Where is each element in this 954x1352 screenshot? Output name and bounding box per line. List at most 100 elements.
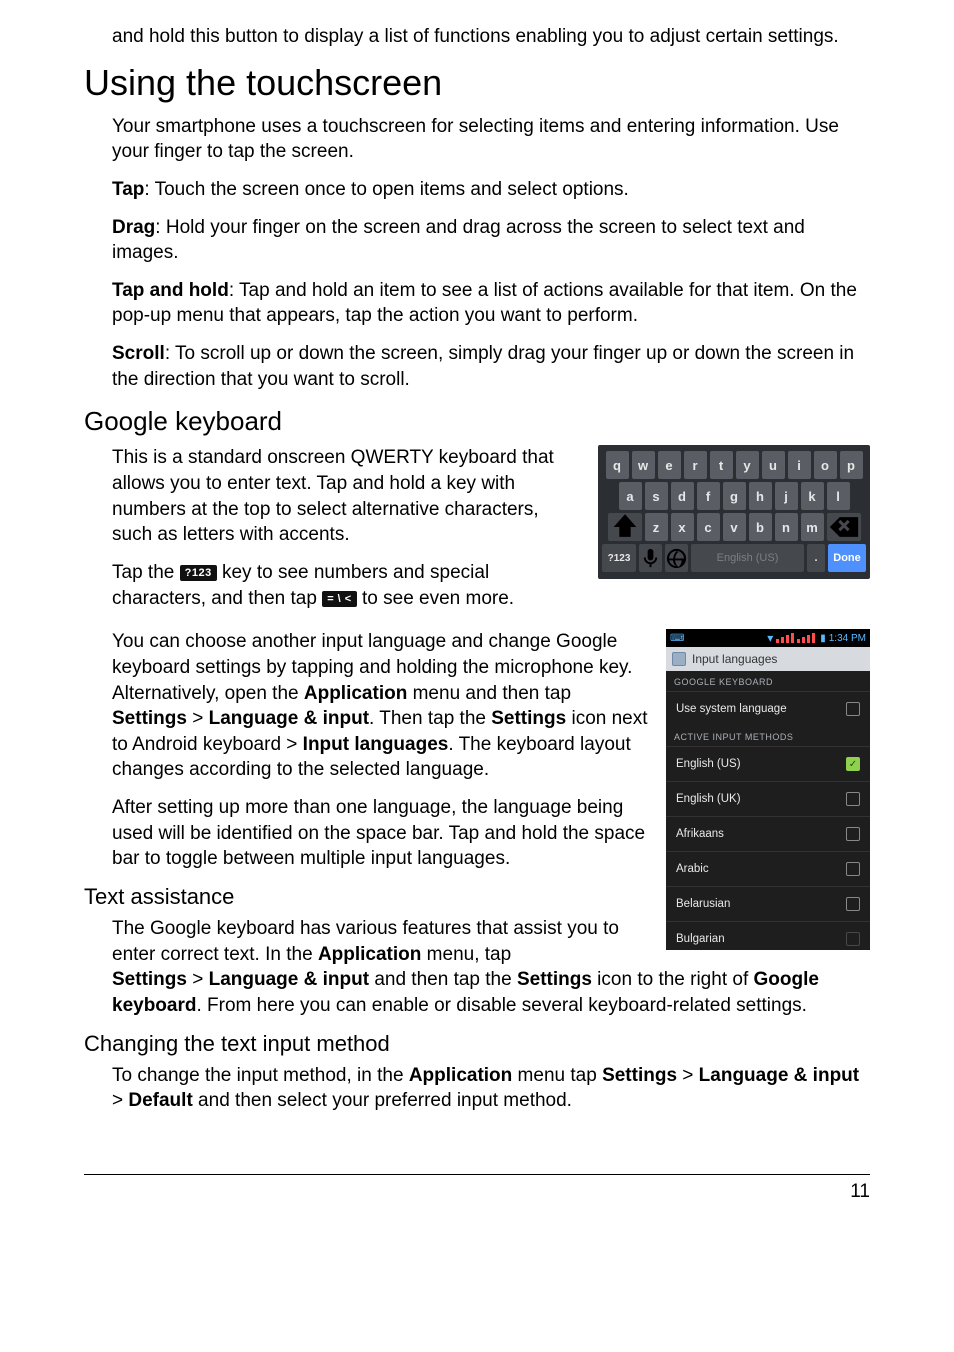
lang-item-label: English (US) — [676, 758, 741, 770]
key-q[interactable]: q — [606, 451, 629, 479]
tap-hold-para: Tap and hold: Tap and hold an item to se… — [112, 278, 870, 329]
lang-section-keyboard: GOOGLE KEYBOARD — [666, 671, 870, 691]
heading-text-assistance: Text assistance — [84, 884, 648, 910]
change-input-p1: To change the input method, in the Appli… — [112, 1063, 870, 1114]
key-n[interactable]: n — [775, 513, 798, 541]
key-t[interactable]: t — [710, 451, 733, 479]
key-c[interactable]: c — [697, 513, 720, 541]
lang-item-bulgarian[interactable]: Bulgarian — [666, 921, 870, 950]
text-assist-p1-top: The Google keyboard has various features… — [112, 916, 648, 967]
key-y[interactable]: y — [736, 451, 759, 479]
key-a[interactable]: a — [619, 482, 642, 510]
checkbox-icon[interactable] — [846, 862, 860, 876]
status-time: 1:34 PM — [829, 633, 866, 644]
touchscreen-intro: Your smartphone uses a touchscreen for s… — [112, 114, 870, 165]
lang-item-en-us[interactable]: English (US) ✓ — [666, 746, 870, 781]
gk-p3-b: menu and then tap — [407, 683, 571, 704]
key-123-icon: ?123 — [180, 565, 217, 581]
key-shift[interactable] — [608, 513, 642, 541]
gk-p3-c: . Then tap the — [369, 708, 491, 729]
checkbox-icon[interactable] — [846, 702, 860, 716]
ta-p1-d: icon to the right of — [592, 969, 754, 990]
key-m[interactable]: m — [801, 513, 824, 541]
key-globe[interactable] — [665, 544, 688, 572]
lang-item-belarusian[interactable]: Belarusian — [666, 886, 870, 921]
kb-row-3: z x c v b n m — [602, 513, 866, 541]
gk-p3-inputlang: Input languages — [303, 734, 449, 755]
google-kb-p3: You can choose another input language an… — [112, 629, 648, 783]
signal-icon-2 — [797, 633, 815, 643]
lang-item-en-uk[interactable]: English (UK) — [666, 781, 870, 816]
lang-item-label: Afrikaans — [676, 828, 724, 840]
lang-header: Input languages — [666, 647, 870, 671]
key-w[interactable]: w — [632, 451, 655, 479]
lang-section-active: ACTIVE INPUT METHODS — [666, 726, 870, 746]
lang-item-afrikaans[interactable]: Afrikaans — [666, 816, 870, 851]
signal-icon — [776, 633, 794, 643]
tap-para: Tap: Touch the screen once to open items… — [112, 177, 870, 203]
ta-p1-settings2: Settings — [517, 969, 592, 990]
ci-p1-c: and then select your preferred input met… — [193, 1090, 572, 1111]
gk-p2-c: to see even more. — [362, 588, 514, 609]
key-r[interactable]: r — [684, 451, 707, 479]
ci-p1-default: Default — [128, 1090, 192, 1111]
gk-p3-lang: Language & input — [209, 708, 369, 729]
tap-text: : Touch the screen once to open items an… — [144, 179, 628, 200]
kb-row-1: q w e r t y u i o p — [602, 451, 866, 479]
key-e[interactable]: e — [658, 451, 681, 479]
key-done[interactable]: Done — [828, 544, 866, 572]
backspace-icon — [827, 510, 861, 544]
key-period[interactable]: . — [807, 544, 825, 572]
key-123[interactable]: ?123 — [602, 544, 636, 572]
key-h[interactable]: h — [749, 482, 772, 510]
keyboard-illustration: q w e r t y u i o p a s d f g h — [598, 445, 870, 579]
ci-p1-settings: Settings — [602, 1065, 677, 1086]
lang-use-system[interactable]: Use system language — [666, 691, 870, 726]
checkbox-checked-icon[interactable]: ✓ — [846, 757, 860, 771]
key-d[interactable]: d — [671, 482, 694, 510]
key-z[interactable]: z — [645, 513, 668, 541]
key-mic[interactable] — [639, 544, 662, 572]
key-k[interactable]: k — [801, 482, 824, 510]
key-f[interactable]: f — [697, 482, 720, 510]
tap-hold-label: Tap and hold — [112, 280, 229, 301]
ci-p1-a: To change the input method, in the — [112, 1065, 409, 1086]
google-kb-p4: After setting up more than one language,… — [112, 795, 648, 872]
lang-item-arabic[interactable]: Arabic — [666, 851, 870, 886]
mic-icon — [639, 547, 662, 570]
checkbox-icon[interactable] — [846, 897, 860, 911]
intro-continuation: and hold this button to display a list o… — [112, 24, 870, 50]
key-u[interactable]: u — [762, 451, 785, 479]
checkbox-icon[interactable] — [846, 827, 860, 841]
key-backspace[interactable] — [827, 513, 861, 541]
lang-item-label: Arabic — [676, 863, 709, 875]
key-x[interactable]: x — [671, 513, 694, 541]
ta-p1-gt1: > — [187, 969, 209, 990]
key-i[interactable]: i — [788, 451, 811, 479]
battery-icon: ▮ — [820, 633, 826, 644]
kb-row-4: ?123 English (US) . Done — [602, 544, 866, 572]
drag-label: Drag — [112, 217, 155, 238]
gk-p3-gt1: > — [187, 708, 209, 729]
checkbox-icon[interactable] — [846, 932, 860, 946]
key-p[interactable]: p — [840, 451, 863, 479]
key-v[interactable]: v — [723, 513, 746, 541]
page-number: 11 — [84, 1181, 870, 1203]
key-j[interactable]: j — [775, 482, 798, 510]
wifi-icon: ▾ — [767, 631, 773, 645]
key-l[interactable]: l — [827, 482, 850, 510]
status-bar: ⌨ ▾ ▮ 1:34 PM — [666, 629, 870, 647]
ta-p1-lang: Language & input — [209, 969, 369, 990]
drag-para: Drag: Hold your finger on the screen and… — [112, 215, 870, 266]
input-languages-illustration: ⌨ ▾ ▮ 1:34 PM Input l — [666, 629, 870, 950]
key-o[interactable]: o — [814, 451, 837, 479]
lang-item-label: Belarusian — [676, 898, 730, 910]
ta-p1-app: Application — [318, 944, 421, 965]
key-g[interactable]: g — [723, 482, 746, 510]
key-b[interactable]: b — [749, 513, 772, 541]
checkbox-icon[interactable] — [846, 792, 860, 806]
key-space[interactable]: English (US) — [691, 544, 804, 572]
shift-icon — [608, 510, 642, 544]
key-s[interactable]: s — [645, 482, 668, 510]
gk-p2-a: Tap the — [112, 562, 180, 583]
